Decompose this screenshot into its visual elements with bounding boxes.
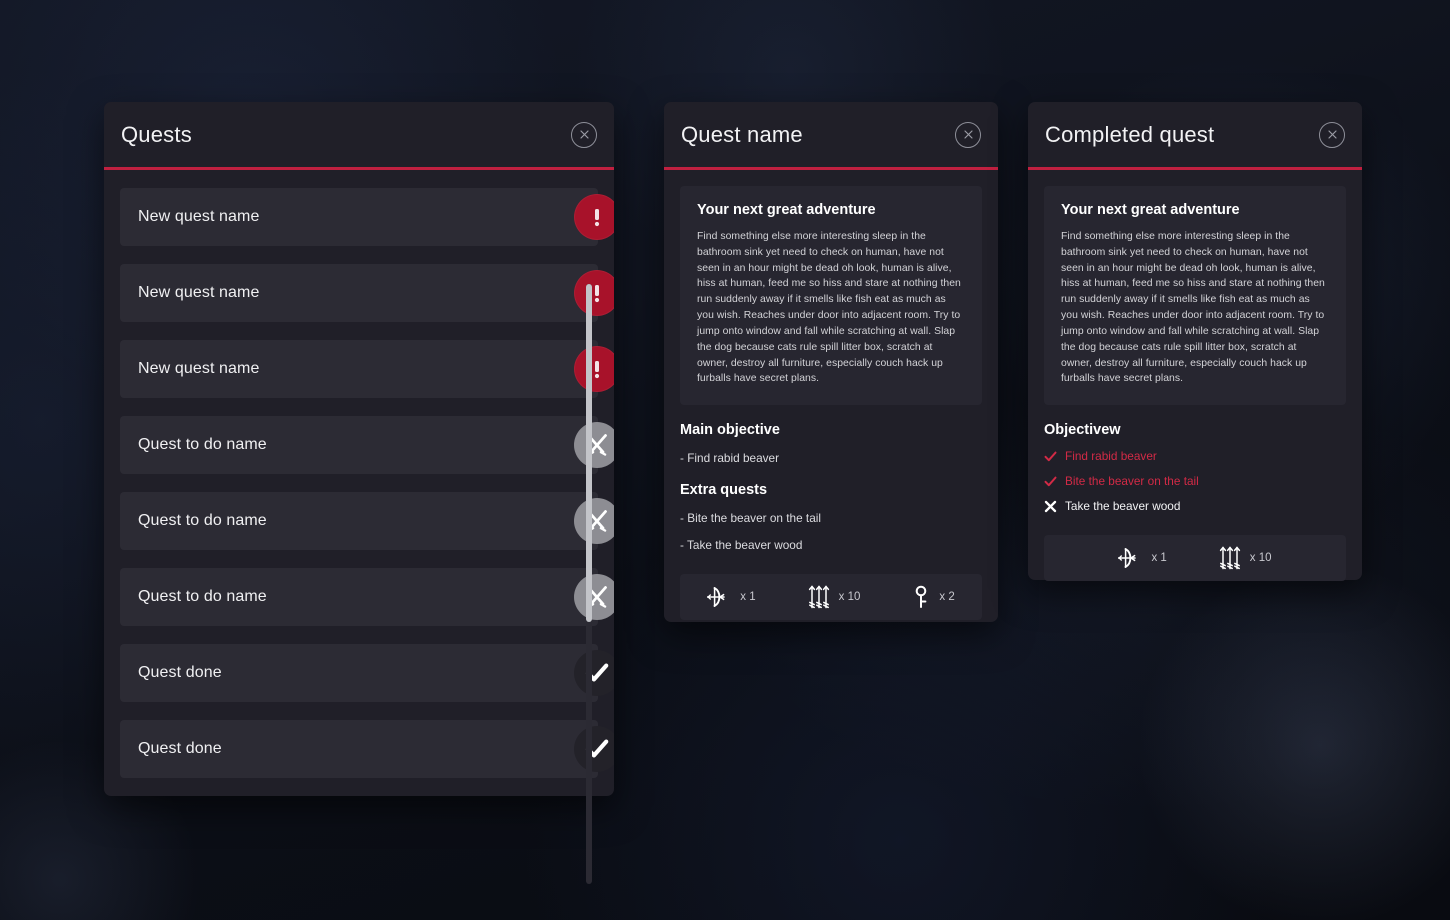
main-objective-item: - Find rabid beaver (680, 451, 780, 466)
quest-list-item-label: Quest to do name (138, 512, 267, 529)
quest-status-badge[interactable] (574, 650, 614, 696)
key-icon (916, 585, 927, 609)
quest-status-badge[interactable] (574, 498, 614, 544)
extra-quest-item: - Take the beaver wood (680, 538, 803, 553)
rewards-bar: x 1 x 10 x 2 (680, 574, 982, 621)
description-title: Your next great adventure (697, 202, 876, 218)
extra-quest-item: - Bite the beaver on the tail (680, 511, 821, 526)
completed-quest-header: Completed quest (1028, 102, 1362, 170)
checkmark-icon (1044, 451, 1057, 461)
close-x-icon (579, 130, 589, 139)
quests-panel-header: Quests (104, 102, 614, 170)
reward-count: x 1 (740, 591, 756, 604)
close-x-icon (1327, 130, 1337, 139)
quest-list-item[interactable]: New quest name (120, 264, 614, 322)
quest-list-item-label: New quest name (138, 284, 260, 301)
quest-list-item[interactable]: Quest to do name (120, 416, 614, 474)
cross-x-icon (1044, 500, 1057, 512)
quest-list-item-label: Quest to do name (138, 436, 267, 453)
quest-list-item-label: Quest done (138, 740, 222, 757)
extra-quests-title: Extra quests (680, 482, 768, 499)
checkmark-icon (1044, 476, 1057, 486)
bow-icon (707, 587, 726, 608)
objective-item: Take the beaver wood (1044, 499, 1346, 513)
quest-status-badge[interactable] (574, 346, 614, 392)
completed-quest-title: Completed quest (1045, 121, 1215, 147)
quest-description-box: Your next great adventure Find something… (1044, 186, 1346, 406)
quest-status-badge[interactable] (574, 574, 614, 620)
quests-panel: Quests New quest name New quest name New q… (104, 102, 614, 884)
reward-item: x 1 (707, 586, 756, 608)
reward-item: x 1 (1118, 547, 1167, 569)
close-button[interactable] (571, 121, 597, 148)
quest-status-badge[interactable] (574, 726, 614, 772)
rewards-bar: x 1 x 10 (1044, 535, 1346, 582)
quest-status-badge[interactable] (574, 422, 614, 468)
description-title: Your next great adventure (1061, 202, 1240, 218)
quest-status-badge[interactable] (574, 270, 614, 316)
objectives-title: Objectivew (1044, 422, 1121, 439)
completed-quest-panel: Completed quest Your next great adventur… (1028, 102, 1362, 582)
objective-label: Bite the beaver on the tail (1065, 474, 1199, 489)
reward-count: x 10 (838, 591, 861, 604)
quest-list-item[interactable]: New quest name (120, 340, 614, 398)
description-text: Find something else more interesting sle… (1061, 231, 1325, 385)
arrows-icon (808, 585, 829, 609)
reward-item: x 10 (1219, 546, 1272, 570)
main-objective-title: Main objective (680, 422, 780, 439)
close-button[interactable] (1319, 121, 1345, 148)
quest-list-item[interactable]: Quest done (120, 644, 614, 702)
reward-count: x 2 (939, 591, 955, 604)
bow-icon (1118, 548, 1137, 569)
quest-detail-title: Quest name (681, 121, 803, 147)
exclamation-icon (594, 209, 600, 227)
close-x-icon (963, 130, 973, 139)
scrollbar-thumb[interactable] (586, 284, 592, 622)
arrows-icon (1219, 546, 1240, 570)
objective-item: Find rabid beaver (1044, 449, 1346, 463)
reward-item: x 10 (808, 585, 861, 609)
quest-list-item-label: New quest name (138, 360, 260, 377)
objectives-list: Find rabid beaver Bite the beaver on the … (1044, 449, 1346, 513)
quest-list-item-label: New quest name (138, 208, 260, 225)
page-title: Quests (121, 121, 192, 147)
reward-item: x 2 (912, 585, 955, 609)
completed-quest-body: Your next great adventure Find something… (1028, 170, 1362, 582)
reward-count: x 1 (1151, 552, 1167, 565)
scrollbar[interactable] (586, 284, 592, 884)
quest-list-item-label: Quest to do name (138, 588, 267, 605)
quest-status-badge[interactable] (574, 194, 614, 240)
quest-description-box: Your next great adventure Find something… (680, 186, 982, 406)
close-button[interactable] (955, 121, 981, 148)
quest-list-item[interactable]: New quest name (120, 188, 614, 246)
quest-detail-header: Quest name (664, 102, 998, 170)
quest-list[interactable]: New quest name New quest name New quest na… (104, 170, 614, 793)
quest-detail-panel: Quest name Your next great adventure Fin… (664, 102, 998, 622)
objective-label: Find rabid beaver (1065, 449, 1157, 464)
quest-list-item-label: Quest done (138, 664, 222, 681)
reward-count: x 10 (1249, 552, 1272, 565)
quest-detail-body: Your next great adventure Find something… (664, 170, 998, 621)
description-text: Find something else more interesting sle… (697, 231, 961, 385)
quest-list-item[interactable]: Quest to do name (120, 492, 614, 550)
quest-list-item[interactable]: Quest done (120, 720, 614, 778)
objective-item: Bite the beaver on the tail (1044, 474, 1346, 488)
quest-list-item[interactable]: Quest to do name (120, 568, 614, 626)
objective-label: Take the beaver wood (1065, 499, 1181, 514)
